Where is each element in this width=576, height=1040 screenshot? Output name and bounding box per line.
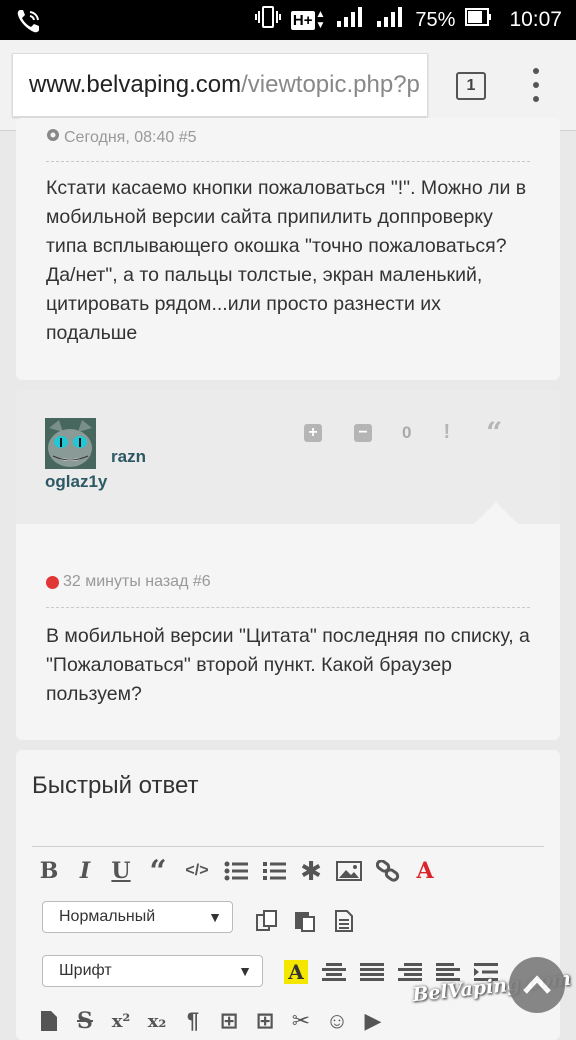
status-bar: H+ ▲ ▼ 75% 10:07 (0, 0, 576, 40)
scroll-to-top-button[interactable] (509, 957, 565, 1013)
subscript-icon[interactable]: x₂ (146, 1008, 168, 1034)
post-actions: + − 0 ! “ (304, 418, 502, 446)
document-icon[interactable] (38, 1008, 60, 1034)
table-alt-icon[interactable]: ⊞ (254, 1008, 276, 1034)
signal-icon-2 (375, 5, 405, 35)
phone-wifi-call-icon (14, 6, 44, 41)
clock: 10:07 (509, 8, 562, 31)
avatar[interactable] (45, 418, 96, 469)
divider (46, 161, 530, 162)
status-dot-icon (46, 575, 59, 589)
editor-toolbar-row-4: S x² x₂ ¶ ⊞ ⊞ ✂ ☺ ▶ (38, 1008, 398, 1034)
address-bar[interactable]: www.belvaping.com/viewtopic.php?p (12, 53, 428, 117)
author-name-continued[interactable]: oglaz1y (45, 472, 107, 492)
bold-icon[interactable]: B (38, 858, 60, 884)
align-justify-icon[interactable] (360, 959, 384, 985)
battery-icon (465, 7, 493, 33)
cut-icon[interactable]: ✂ (290, 1008, 312, 1034)
chevron-up-icon (523, 975, 551, 994)
paragraph-format-select[interactable]: Нормальный ▼ (42, 901, 233, 933)
emoji-icon[interactable]: ☺ (326, 1008, 348, 1034)
post-date: Сегодня, 08:40 #5 (46, 128, 197, 147)
align-center-icon[interactable] (322, 959, 346, 985)
table-icon[interactable]: ⊞ (218, 1008, 240, 1034)
link-icon[interactable] (376, 858, 400, 884)
quote-icon[interactable]: “ (486, 418, 502, 446)
editor-toolbar-row-1: B I U “ </> ✱ A (38, 854, 450, 889)
chevron-down-icon: ▼ (208, 909, 222, 925)
code-icon[interactable]: </> (184, 858, 210, 884)
paste-icon[interactable] (294, 908, 316, 934)
network-type: H+ ▲ ▼ (290, 9, 326, 31)
font-color-icon[interactable]: A (414, 858, 436, 884)
tab-switcher-button[interactable]: 1 (456, 72, 486, 100)
post-date-text: Сегодня, 08:40 #5 (64, 128, 197, 146)
quote-block-icon[interactable]: “ (146, 854, 170, 889)
forum-post-6: razn oglaz1y + − 0 ! “ 32 минуты назад #… (16, 390, 560, 740)
video-icon[interactable]: ▶ (362, 1008, 384, 1034)
post-date: 32 минуты назад #6 (46, 573, 211, 591)
vibrate-icon (254, 5, 281, 35)
battery-percent: 75% (415, 8, 456, 31)
highlight-color-icon[interactable]: A (284, 960, 308, 984)
divider (46, 607, 530, 608)
font-family-select[interactable]: Шрифт ▼ (42, 955, 263, 987)
italic-icon[interactable]: I (74, 858, 96, 884)
report-icon[interactable]: ! (443, 421, 450, 444)
forum-post-5: Сегодня, 08:40 #5 Кстати касаемо кнопки … (16, 118, 560, 380)
quick-reply-title: Быстрый ответ (32, 772, 199, 799)
divider (32, 846, 544, 847)
overflow-menu-icon[interactable] (531, 68, 541, 102)
underline-icon[interactable]: U (110, 858, 132, 884)
signal-icon (335, 5, 365, 35)
url-path: /viewtopic.php?p (241, 71, 420, 98)
list-item-icon[interactable]: ✱ (300, 856, 322, 886)
rate-down-icon[interactable]: − (354, 423, 372, 442)
header-pointer (474, 502, 518, 524)
font-family-value: Шрифт (59, 962, 112, 979)
url-text: www.belvaping.com/viewtopic.php?p (13, 71, 420, 99)
post-date-text: 32 минуты назад #6 (63, 573, 211, 590)
paste-text-icon[interactable] (334, 908, 354, 934)
align-right-icon[interactable] (398, 959, 422, 985)
numbered-list-icon[interactable] (262, 858, 286, 884)
image-icon[interactable] (336, 858, 362, 884)
paragraph-format-value: Нормальный (59, 908, 156, 925)
url-domain: www.belvaping.com (29, 71, 242, 98)
author-name[interactable]: razn (111, 447, 146, 467)
clock-icon (46, 128, 60, 147)
superscript-icon[interactable]: x² (110, 1008, 132, 1034)
rate-up-icon[interactable]: + (304, 423, 322, 442)
strikethrough-icon[interactable]: S (74, 1008, 96, 1034)
chevron-down-icon: ▼ (238, 963, 252, 979)
post-score: 0 (402, 422, 412, 442)
paragraph-icon[interactable]: ¶ (182, 1008, 204, 1034)
copy-icon[interactable] (256, 908, 278, 934)
post-body: Кстати касаемо кнопки пожаловаться "!". … (46, 177, 527, 344)
bullet-list-icon[interactable] (224, 858, 248, 884)
post-body: В мобильной версии "Цитата" последняя по… (46, 625, 530, 705)
